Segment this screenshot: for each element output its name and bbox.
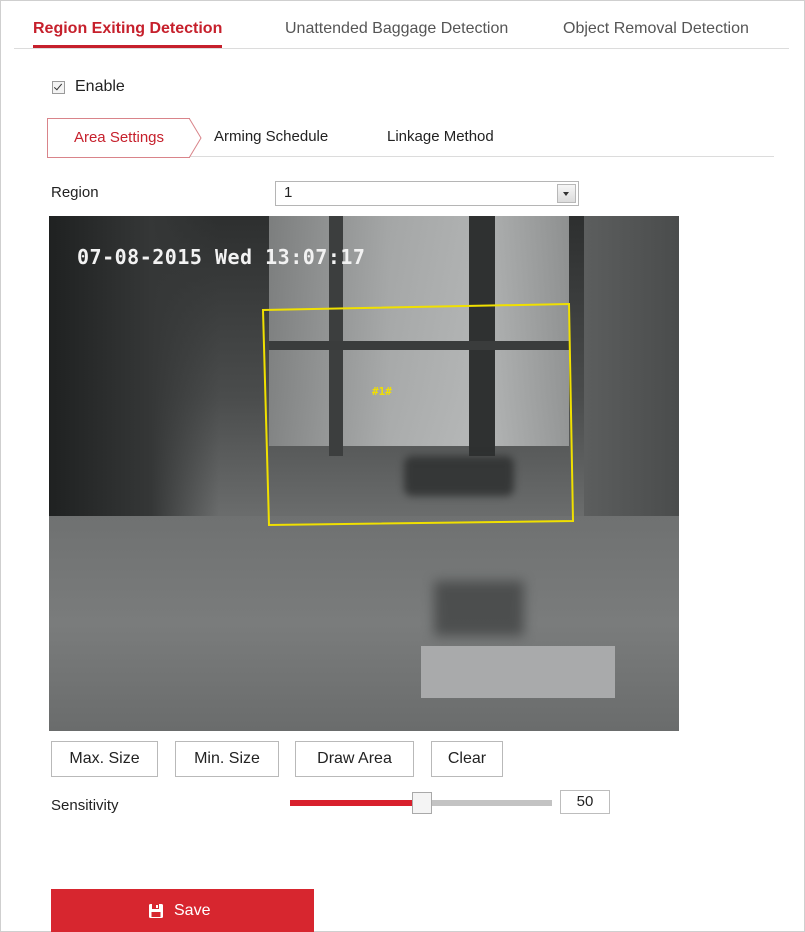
tab-linkage-method[interactable]: Linkage Method	[387, 118, 494, 156]
sensitivity-slider-fill	[290, 800, 421, 806]
osd-datetime: 07-08-2015 Wed 13:07:17	[77, 245, 366, 269]
save-button[interactable]: Save	[51, 889, 314, 932]
tab-area-settings-label: Area Settings	[73, 129, 165, 146]
enable-checkbox[interactable]	[52, 80, 65, 94]
clear-button[interactable]: Clear	[431, 741, 503, 777]
min-size-button[interactable]: Min. Size	[175, 741, 279, 777]
sensitivity-value[interactable]: 50	[560, 790, 610, 814]
region-number-label: #1#	[372, 385, 392, 398]
floppy-disk-icon	[149, 904, 163, 918]
tab-arrow-icon	[189, 118, 202, 158]
save-button-label: Save	[174, 902, 211, 919]
enable-row[interactable]: Enable	[52, 78, 125, 96]
tab-area-settings[interactable]: Area Settings	[47, 118, 202, 158]
sensitivity-slider-handle[interactable]	[412, 792, 432, 814]
draw-area-button[interactable]: Draw Area	[295, 741, 414, 777]
region-label: Region	[51, 184, 99, 201]
sensitivity-slider[interactable]	[290, 792, 552, 814]
tab-object-removal-detection[interactable]: Object Removal Detection	[563, 10, 749, 48]
settings-tab-bar: Area Settings Arming Schedule Linkage Me…	[47, 118, 774, 158]
live-video-view[interactable]: #1# 07-08-2015 Wed 13:07:17	[49, 216, 679, 731]
region-select[interactable]: 1	[275, 181, 579, 206]
chevron-down-icon[interactable]	[557, 184, 576, 203]
tab-region-exiting-detection[interactable]: Region Exiting Detection	[33, 10, 223, 48]
detection-tab-bar: Region Exiting Detection Unattended Bagg…	[14, 10, 789, 49]
sensitivity-label: Sensitivity	[51, 797, 119, 814]
max-size-button[interactable]: Max. Size	[51, 741, 158, 777]
enable-label: Enable	[75, 78, 125, 95]
privacy-mask	[421, 646, 615, 698]
region-select-value: 1	[284, 184, 293, 201]
tab-unattended-baggage-detection[interactable]: Unattended Baggage Detection	[285, 10, 508, 48]
tab-arming-schedule[interactable]: Arming Schedule	[214, 118, 328, 156]
